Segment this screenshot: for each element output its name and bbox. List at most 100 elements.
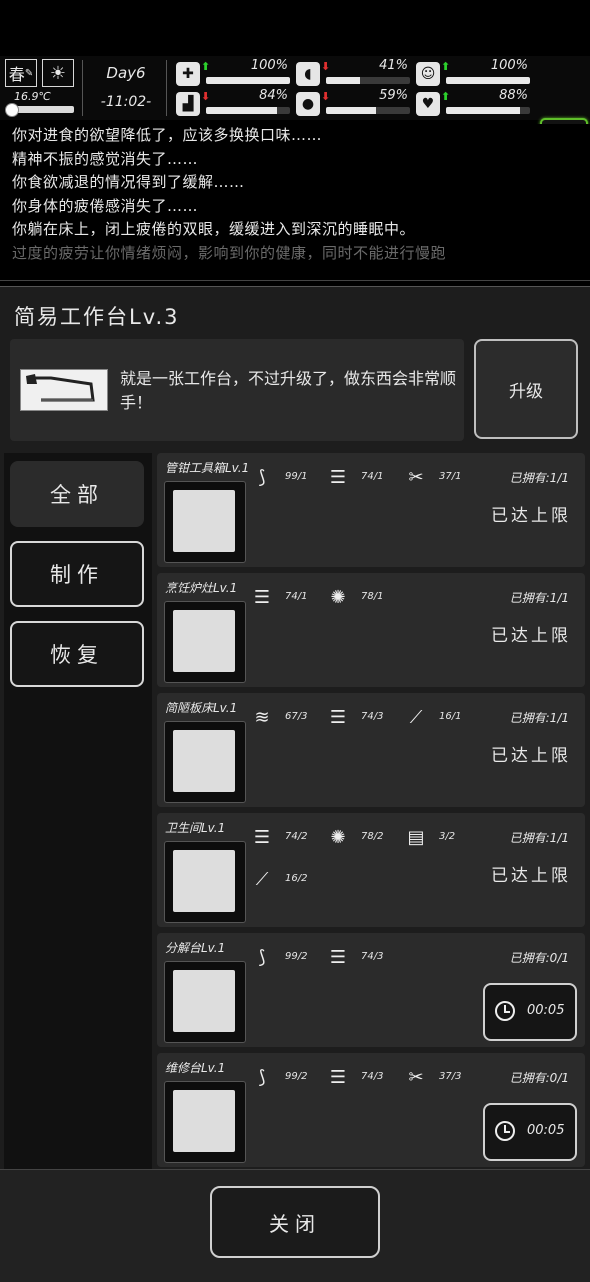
build-timer-button[interactable]: 00:05 — [483, 983, 577, 1041]
recipe-item[interactable]: 卫生间Lv.1 已拥有:1/1 ☰ 74/2 ✺ 78/2 ▤ 3/2 ⟋ 16/2 已达上限 — [157, 813, 585, 927]
scrap-icon: ✺ — [330, 587, 346, 608]
stat-bar-fill — [206, 107, 277, 114]
recipe-item[interactable]: 管钳工具箱Lv.1 已拥有:1/1 ⟆ 99/1 ☰ 74/1 ✂ 37/1 已达上限 — [157, 453, 585, 567]
max-reached-label: 已达上限 — [491, 506, 571, 526]
hacksaw-icon — [20, 369, 108, 411]
timer-label: 00:05 — [527, 1123, 565, 1138]
workbench-panel: 简易工作台Lv.3 就是一张工作台，不过升级了，做东西会非常顺手！ 升级 全部 … — [0, 286, 590, 1282]
stat-meter: ✚ ⬆ 100% — [176, 58, 292, 88]
category-tabs: 全部 制作 恢复 — [4, 453, 152, 1169]
stat-bar — [206, 77, 290, 84]
owned-count: 已拥有:1/1 — [509, 591, 569, 605]
wood-logs-icon: ☰ — [253, 827, 271, 848]
material-quantity: 74/3 — [361, 951, 384, 962]
divider — [166, 60, 167, 116]
nails-icon: ⟋ — [409, 707, 423, 728]
recipe-item[interactable]: 烹饪炉灶Lv.1 已拥有:1/1 ☰ 74/1 ✺ 78/1 已达上限 — [157, 573, 585, 687]
material-quantity: 3/2 — [439, 831, 456, 842]
trend-down-icon: ⬇ — [321, 60, 331, 73]
trend-down-icon: ⬇ — [201, 90, 211, 103]
water-drop-icon: ● — [296, 92, 320, 116]
tools-icon: ✂ — [408, 467, 424, 488]
bottom-bar: 关闭 — [0, 1169, 590, 1282]
pipe-icon: ⟆ — [258, 947, 266, 968]
recipe-item[interactable]: 简陋板床Lv.1 已拥有:1/1 ≋ 67/3 ☰ 74/3 ⟋ 16/1 已达上限 — [157, 693, 585, 807]
tab-craft[interactable]: 制作 — [10, 541, 144, 607]
recipe-list: 管钳工具箱Lv.1 已拥有:1/1 ⟆ 99/1 ☰ 74/1 ✂ 37/1 已达上限 烹饪炉灶L… — [157, 453, 587, 1169]
hacksaw-graphic — [26, 374, 95, 402]
stat-bar — [326, 77, 410, 84]
tab-recover[interactable]: 恢复 — [10, 621, 144, 687]
trend-down-icon: ⬇ — [321, 90, 331, 103]
material-quantity: 74/3 — [361, 1071, 384, 1082]
recipe-image — [173, 610, 235, 672]
owned-count: 已拥有:1/1 — [509, 711, 569, 725]
wood-logs-icon: ☰ — [329, 467, 347, 488]
panel-title: 简易工作台Lv.3 — [14, 305, 180, 329]
material-quantity: 78/2 — [361, 831, 384, 842]
stat-bar-fill — [206, 77, 290, 84]
recipe-image — [173, 1090, 235, 1152]
foot-icon: ▟ — [176, 92, 200, 116]
material-quantity: 99/1 — [285, 471, 308, 482]
material-quantity: 99/2 — [285, 951, 308, 962]
recipe-image — [173, 490, 235, 552]
trend-up-icon: ⬆ — [441, 90, 451, 103]
stat-bar-fill — [446, 107, 520, 114]
material-quantity: 74/1 — [361, 471, 384, 482]
stat-meter: ◖ ⬇ 41% — [296, 58, 412, 88]
recipe-image — [173, 730, 235, 792]
season-badge: 春 ✎ — [5, 59, 37, 87]
recipe-thumbnail — [164, 481, 246, 563]
stat-value: 88% — [499, 88, 528, 103]
workbench-description-box: 就是一张工作台，不过升级了，做东西会非常顺手！ — [10, 339, 464, 441]
stat-bar — [446, 77, 530, 84]
medkit-icon: ✚ — [176, 62, 200, 86]
stomach-icon: ◖ — [296, 62, 320, 86]
recipe-image — [173, 850, 235, 912]
scrap-icon: ✺ — [330, 827, 346, 848]
stat-meter: ☺ ⬆ 100% — [416, 58, 532, 88]
max-reached-label: 已达上限 — [491, 746, 571, 766]
upgrade-button[interactable]: 升级 — [474, 339, 578, 439]
wood-logs-icon: ☰ — [253, 587, 271, 608]
owned-count: 已拥有:0/1 — [509, 1071, 569, 1085]
status-bar: 春 ✎ ☀ 16.9℃ Day6 -11:02- ✚ ⬆ 100% ◖ ⬇ 41% ☺ ⬆ 100… — [0, 56, 590, 174]
tab-all[interactable]: 全部 — [10, 461, 144, 527]
leaf-icon: ✎ — [24, 67, 34, 79]
recipe-thumbnail — [164, 601, 246, 683]
recipe-name: 维修台Lv.1 — [165, 1061, 226, 1075]
material-quantity: 37/3 — [439, 1071, 462, 1082]
material-quantity: 99/2 — [285, 1071, 308, 1082]
pipe-icon: ⟆ — [258, 467, 266, 488]
recipe-name: 简陋板床Lv.1 — [165, 701, 238, 715]
stat-meter: ▟ ⬇ 84% — [176, 88, 292, 118]
season-label: 春 — [8, 65, 25, 84]
stat-bar — [446, 107, 530, 114]
recipe-item[interactable]: 维修台Lv.1 已拥有:0/1 ⟆ 99/2 ☰ 74/3 ✂ 37/3 00:05 — [157, 1053, 585, 1167]
owned-count: 已拥有:1/1 — [509, 471, 569, 485]
recipe-item[interactable]: 分解台Lv.1 已拥有:0/1 ⟆ 99/2 ☰ 74/3 00:05 — [157, 933, 585, 1047]
stat-value: 100% — [490, 58, 528, 73]
message-log: 你对进食的欲望降低了，应该多换换口味…… 精神不振的感觉消失了…… 你食欲减退的情况… — [0, 124, 590, 282]
log-line: 你身体的疲倦感消失了…… — [12, 196, 199, 215]
log-line: 你对进食的欲望降低了，应该多换换口味…… — [12, 126, 323, 144]
wood-logs-icon: ☰ — [329, 1067, 347, 1088]
material-quantity: 16/1 — [439, 711, 462, 722]
log-line: 精神不振的感觉消失了…… — [12, 149, 199, 168]
temperature-label: 16.9℃ — [14, 90, 51, 103]
planks-icon: ▤ — [407, 827, 425, 848]
stat-value: 100% — [250, 58, 288, 73]
recipe-image — [173, 970, 235, 1032]
close-button[interactable]: 关闭 — [210, 1186, 380, 1258]
material-quantity: 37/1 — [439, 471, 462, 482]
cloth-icon: ≋ — [254, 707, 270, 728]
tools-icon: ✂ — [408, 1067, 424, 1088]
day-label: Day6 — [106, 64, 146, 82]
owned-count: 已拥有:0/1 — [509, 951, 569, 965]
build-timer-button[interactable]: 00:05 — [483, 1103, 577, 1161]
material-quantity: 67/3 — [285, 711, 308, 722]
stat-meter: ● ⬇ 59% — [296, 88, 412, 118]
temperature-bar — [5, 103, 74, 117]
heart-icon: ♥ — [416, 92, 440, 116]
